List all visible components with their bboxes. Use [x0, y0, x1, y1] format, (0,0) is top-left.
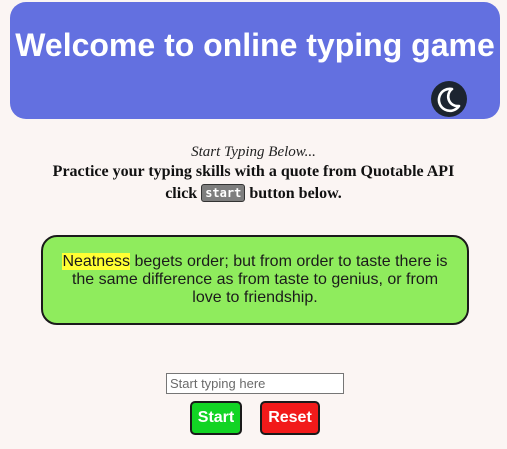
theme-toggle-button[interactable]	[431, 81, 467, 117]
click-prefix: click	[165, 185, 198, 202]
practice-description: Practice your typing skills with a quote…	[52, 163, 455, 180]
click-suffix: button below.	[249, 185, 342, 202]
page-title: Welcome to online typing game	[15, 27, 495, 63]
header-banner: Welcome to online typing game	[10, 2, 500, 119]
click-instruction: click start button below.	[0, 183, 507, 205]
reset-button[interactable]: Reset	[260, 401, 320, 435]
typing-input[interactable]	[166, 373, 344, 394]
quote-display: Neatness begets order; but from order to…	[41, 235, 469, 325]
start-typing-hint: Start Typing Below...	[191, 144, 316, 160]
current-word-highlight: Neatness	[62, 253, 131, 270]
start-code-chip: start	[201, 184, 246, 202]
moon-icon	[437, 87, 461, 113]
start-button[interactable]: Start	[190, 401, 242, 435]
